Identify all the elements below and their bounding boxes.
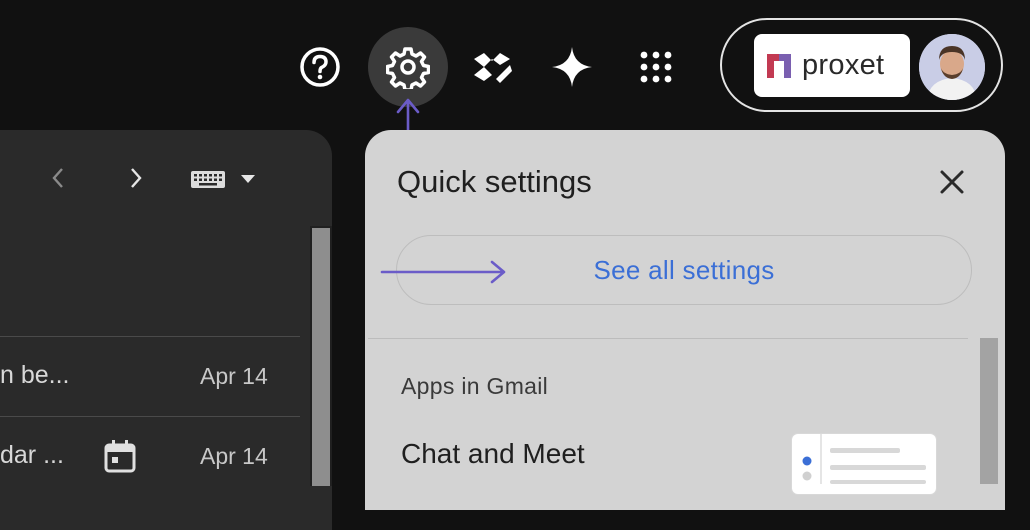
chevron-right-icon bbox=[131, 168, 142, 188]
mail-scrollbar-thumb[interactable] bbox=[312, 228, 330, 486]
mail-date: Apr 14 bbox=[200, 363, 268, 389]
layout-preview-image bbox=[802, 434, 926, 484]
caret-down-icon bbox=[241, 175, 255, 183]
keyboard-icon bbox=[191, 171, 225, 188]
mail-snippet: dar ... bbox=[0, 441, 64, 469]
tasks-icon bbox=[474, 53, 512, 83]
close-icon bbox=[940, 170, 964, 194]
apps-grid-icon bbox=[640, 51, 672, 83]
tasks-button[interactable] bbox=[468, 45, 516, 89]
help-button[interactable] bbox=[298, 45, 342, 89]
next-page-button[interactable] bbox=[125, 164, 147, 192]
quick-settings-scrollbar[interactable] bbox=[980, 338, 998, 484]
calendar-icon bbox=[104, 440, 136, 473]
quick-settings-title: Quick settings bbox=[397, 164, 592, 199]
help-circle-icon bbox=[300, 47, 340, 87]
settings-button[interactable] bbox=[368, 27, 448, 107]
input-tools-button[interactable] bbox=[190, 166, 260, 192]
proxet-logo-icon bbox=[767, 53, 791, 78]
gear-icon bbox=[386, 47, 430, 89]
apps-in-gmail-heading: Apps in Gmail bbox=[401, 373, 549, 399]
annotation-arrow-right bbox=[380, 260, 506, 284]
organization-name: proxet bbox=[802, 49, 885, 81]
previous-page-button[interactable] bbox=[47, 164, 69, 192]
avatar[interactable] bbox=[919, 34, 985, 100]
mail-date: Apr 14 bbox=[200, 443, 268, 469]
gemini-button[interactable] bbox=[548, 43, 596, 91]
organization-logo[interactable]: proxet bbox=[754, 34, 910, 97]
list-item[interactable]: dar ... Apr 14 bbox=[0, 416, 300, 496]
apps-button[interactable] bbox=[634, 45, 678, 89]
close-button[interactable] bbox=[935, 165, 969, 199]
chat-layout-preview[interactable] bbox=[792, 434, 936, 494]
list-item[interactable]: n be... Apr 14 bbox=[0, 336, 300, 416]
divider bbox=[368, 338, 968, 339]
sparkle-icon bbox=[552, 47, 592, 87]
chat-and-meet-label: Chat and Meet bbox=[401, 438, 585, 469]
chevron-left-icon bbox=[52, 168, 63, 188]
mail-snippet: n be... bbox=[0, 361, 70, 389]
user-avatar-icon bbox=[919, 34, 985, 100]
